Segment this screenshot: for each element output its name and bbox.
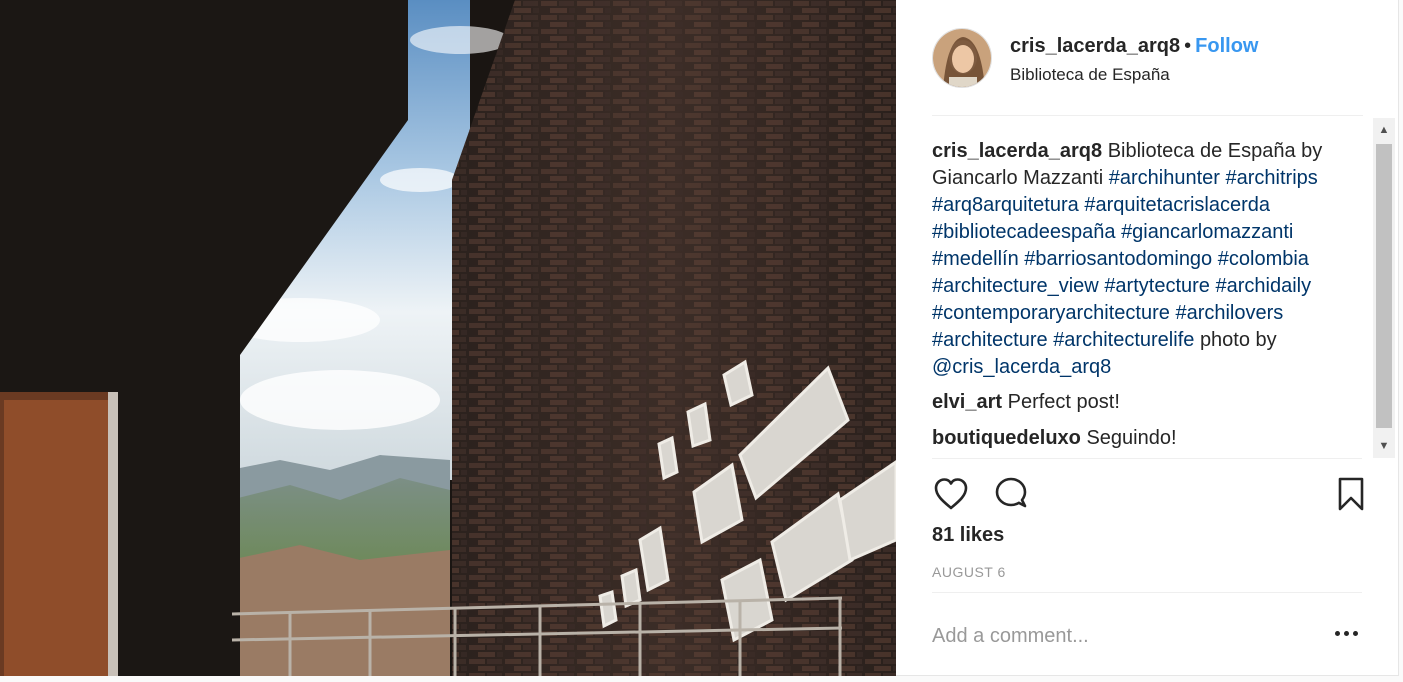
comment-text: Seguindo! xyxy=(1086,427,1177,449)
comment-input[interactable] xyxy=(932,621,1312,651)
comment-username[interactable]: elvi_art xyxy=(932,391,1002,413)
hashtag-link[interactable]: #archidaily xyxy=(1215,275,1311,297)
hashtag-link[interactable]: #colombia xyxy=(1218,248,1309,270)
hashtag-link[interactable]: #architecturelife xyxy=(1053,329,1194,351)
post-date[interactable]: AUGUST 6 xyxy=(932,564,1006,580)
caption-mention[interactable]: @cris_lacerda_arq8 xyxy=(932,356,1111,378)
hashtag-link[interactable]: #architrips xyxy=(1226,167,1318,189)
bookmark-icon xyxy=(1338,477,1364,511)
heart-icon xyxy=(934,478,968,510)
hashtag-link[interactable]: #bibliotecadeespaña xyxy=(932,221,1116,243)
location-link[interactable]: Biblioteca de España xyxy=(1010,65,1170,85)
save-button[interactable] xyxy=(1332,475,1364,513)
comment-item: boutiquedeluxo Seguindo! xyxy=(932,425,1372,452)
caption-text-after: photo by xyxy=(1199,329,1277,351)
scroll-down-arrow-icon[interactable]: ▼ xyxy=(1373,436,1395,456)
action-bar xyxy=(932,458,1364,528)
comment-username[interactable]: boutiquedeluxo xyxy=(932,427,1081,449)
hashtag-link[interactable]: #barriosantodomingo xyxy=(1024,248,1212,270)
scroll-up-arrow-icon[interactable]: ▲ xyxy=(1373,120,1395,140)
comment-item: elvi_art Perfect post! xyxy=(932,389,1372,416)
follow-button[interactable]: Follow xyxy=(1195,35,1258,57)
hashtag-link[interactable]: #architecture_view xyxy=(932,275,1099,297)
hashtag-link[interactable]: #contemporaryarchitecture xyxy=(932,302,1170,324)
hashtag-link[interactable]: #archilovers xyxy=(1175,302,1283,324)
post-side-panel: cris_lacerda_arq8 • Follow Biblioteca de E… xyxy=(896,0,1399,676)
ellipsis-icon xyxy=(1353,631,1358,636)
avatar[interactable] xyxy=(932,28,992,88)
ellipsis-icon xyxy=(1335,631,1340,636)
header-separator: • xyxy=(1184,35,1192,57)
speech-bubble-icon xyxy=(995,477,1027,508)
caption: cris_lacerda_arq8 Biblioteca de España b… xyxy=(932,138,1372,381)
comment-button[interactable] xyxy=(992,475,1030,513)
more-options-button[interactable] xyxy=(1334,623,1362,643)
post-image xyxy=(0,0,896,676)
post-container: cris_lacerda_arq8 • Follow Biblioteca de E… xyxy=(0,0,1399,676)
comment-text: Perfect post! xyxy=(1007,391,1120,413)
hashtag-link[interactable]: #giancarlomazzanti xyxy=(1121,221,1293,243)
scroll-thumb[interactable] xyxy=(1376,144,1392,428)
hashtag-link[interactable]: #architecture xyxy=(932,329,1048,351)
likes-count[interactable]: 81 likes xyxy=(932,524,1004,547)
like-button[interactable] xyxy=(932,475,970,513)
post-photo[interactable] xyxy=(0,0,896,676)
caption-hashtags: #archihunter #architrips #arq8arquitetur… xyxy=(932,167,1318,351)
comments-list: cris_lacerda_arq8 Biblioteca de España b… xyxy=(932,138,1372,458)
ellipsis-icon xyxy=(1344,631,1349,636)
hashtag-link[interactable]: #archihunter xyxy=(1109,167,1220,189)
header-user-line: cris_lacerda_arq8 • Follow xyxy=(1010,35,1258,58)
hashtag-link[interactable]: #artytecture xyxy=(1104,275,1210,297)
hashtag-link[interactable]: #arq8arquitetura xyxy=(932,194,1079,216)
hashtag-link[interactable]: #medellín xyxy=(932,248,1019,270)
avatar-image xyxy=(933,29,991,87)
hashtag-link[interactable]: #arquitetacrislacerda xyxy=(1084,194,1270,216)
add-comment-section xyxy=(932,592,1362,676)
caption-username[interactable]: cris_lacerda_arq8 xyxy=(932,140,1102,162)
post-header: cris_lacerda_arq8 • Follow Biblioteca de E… xyxy=(932,28,1363,116)
header-username[interactable]: cris_lacerda_arq8 xyxy=(1010,35,1180,57)
comments-scrollbar[interactable]: ▲ ▼ xyxy=(1373,118,1395,458)
